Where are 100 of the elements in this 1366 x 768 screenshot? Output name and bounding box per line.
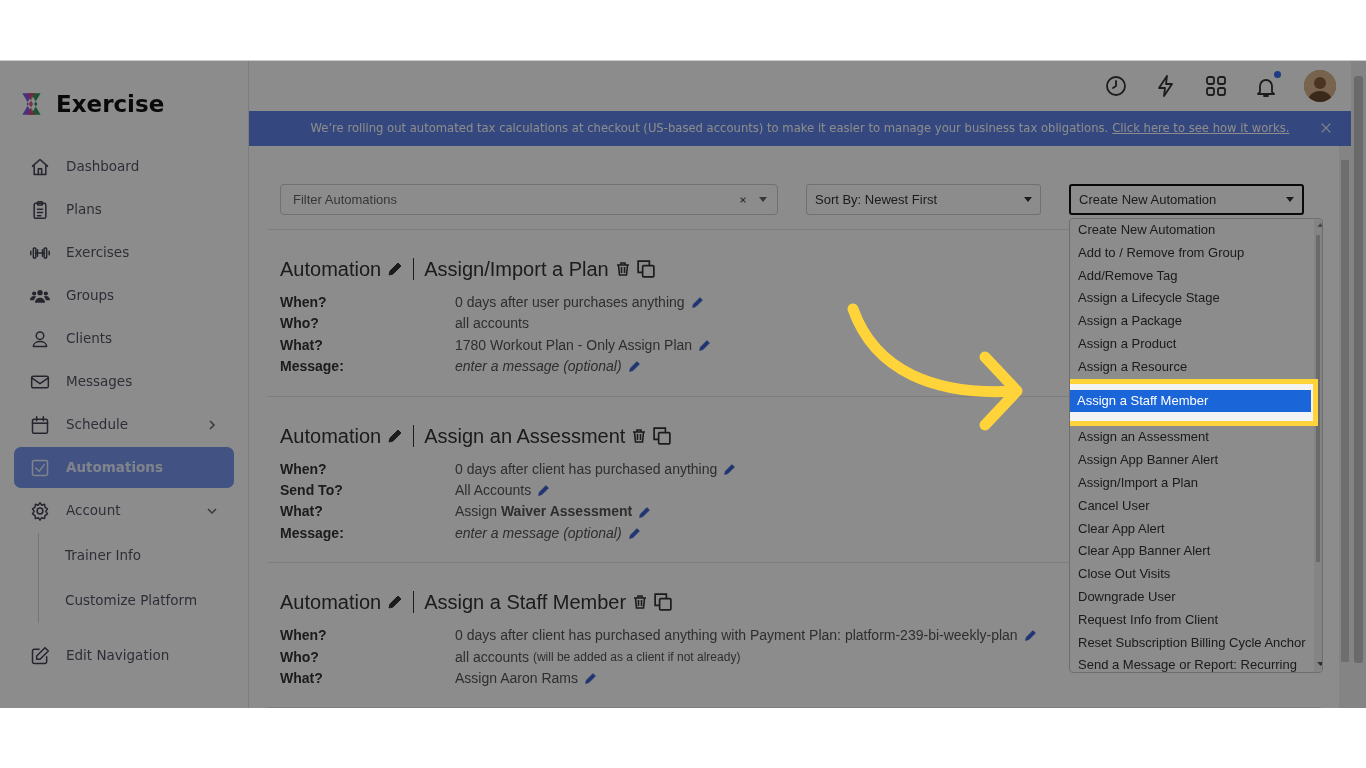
scroll-down-icon[interactable]	[1316, 662, 1322, 666]
dropdown-option[interactable]: Request Info from Client	[1070, 608, 1314, 632]
sidebar-item[interactable]: Account	[14, 490, 234, 531]
automation-title: Assign/Import a Plan	[424, 257, 609, 282]
field-label: When?	[280, 626, 328, 646]
dropdown-option[interactable]: Downgrade User	[1070, 585, 1314, 609]
field-note: (will be added as a client if not already)	[532, 648, 741, 666]
automation-label: Automation	[280, 257, 382, 282]
dropdown-option[interactable]: Assign a Resource	[1070, 355, 1314, 379]
edit-icon[interactable]	[698, 339, 712, 352]
dropdown-option[interactable]: Create New Automation	[1070, 219, 1314, 242]
field-label: Message:	[280, 523, 345, 543]
pencil-icon[interactable]	[387, 427, 404, 444]
caret-icon	[1286, 197, 1294, 202]
dropdown-option[interactable]: Clear App Alert	[1070, 517, 1314, 541]
dropdown-option[interactable]: Assign a Lifecycle Stage	[1070, 287, 1314, 311]
copy-icon[interactable]	[653, 426, 672, 445]
pencil-icon[interactable]	[387, 261, 404, 277]
avatar[interactable]	[1304, 70, 1336, 102]
scrollbar[interactable]	[1339, 146, 1351, 708]
trash-icon[interactable]	[614, 261, 631, 277]
home-icon	[30, 156, 50, 177]
edit-icon[interactable]	[583, 672, 597, 686]
field-value: All Accounts	[455, 481, 532, 501]
caret-icon	[759, 197, 767, 202]
clipboard-icon	[30, 199, 50, 220]
field-value: 1780 Workout Plan - Only Assign Plan	[455, 335, 693, 355]
sidebar-item[interactable]: Schedule	[14, 404, 234, 445]
edit-icon[interactable]	[537, 484, 551, 498]
edit-icon[interactable]	[627, 360, 641, 374]
dropdown-option[interactable]: Assign App Banner Alert	[1070, 449, 1314, 472]
edit-icon[interactable]	[627, 527, 641, 541]
scrollbar[interactable]	[1351, 61, 1366, 708]
field-value: Assign Waiver Assessment	[455, 502, 633, 522]
edit-icon	[30, 645, 50, 666]
field-label: Send To?	[280, 481, 344, 501]
clear-icon[interactable]	[739, 195, 747, 204]
dropdown-option[interactable]: Clear App Banner Alert	[1070, 540, 1314, 564]
banner-text: We’re rolling out automated tax calculations at checkout (US-based accounts) to make it easier to manage your business tax obligations.	[310, 119, 1109, 137]
dropdown-option[interactable]: Assign an Assessment	[1070, 426, 1314, 450]
sidebar-item[interactable]: Clients	[14, 318, 234, 359]
field-value: 0 days after client has purchased anything	[455, 459, 718, 479]
sidebar-subitem[interactable]: Trainer Info	[39, 533, 248, 578]
field-value: 0 days after user purchases anything	[455, 293, 685, 312]
sidebar-item[interactable]: Messages	[14, 361, 234, 402]
clock-icon[interactable]	[1104, 74, 1128, 98]
sidebar-item[interactable]: Plans	[14, 189, 234, 230]
scroll-up-icon[interactable]	[1316, 223, 1322, 227]
app-name: Exercise	[56, 89, 165, 119]
edit-icon[interactable]	[723, 462, 737, 476]
banner-link[interactable]: Click here to see how it works.	[1112, 119, 1290, 138]
edit-icon[interactable]	[690, 296, 704, 310]
settings-icon	[30, 500, 50, 521]
field-label: Who?	[280, 647, 320, 667]
field-value: enter a message (optional)	[455, 523, 622, 543]
dropdown-option[interactable]: Assign a Product	[1070, 333, 1314, 356]
copy-icon[interactable]	[654, 593, 673, 612]
caret-icon	[1024, 197, 1032, 202]
user-icon	[30, 328, 50, 349]
field-label: When?	[280, 459, 328, 479]
grid-icon[interactable]	[1204, 74, 1228, 98]
dropdown-option[interactable]: Close Out Visits	[1070, 563, 1314, 586]
field-label: What?	[280, 335, 324, 355]
dropdown-option[interactable]: Add/Remove Tag	[1070, 264, 1314, 288]
dropdown-option[interactable]: Cancel User	[1070, 494, 1314, 518]
dropdown-option[interactable]: Reset Subscription Billing Cycle Anchor	[1070, 631, 1314, 655]
copy-icon[interactable]	[636, 260, 655, 278]
checkbox-icon	[30, 457, 50, 478]
pencil-icon[interactable]	[387, 594, 404, 611]
dropdown-option[interactable]: Assign/Import a Plan	[1070, 471, 1314, 495]
field-label: Who?	[280, 314, 320, 334]
field-label: When?	[280, 293, 328, 312]
sidebar-item[interactable]: Dashboard	[14, 146, 234, 187]
sidebar-item[interactable]: Edit Navigation	[14, 635, 234, 676]
automation-label: Automation	[280, 423, 382, 449]
sidebar-subitem[interactable]: Customize Platform	[39, 578, 248, 623]
automation-label: Automation	[280, 590, 382, 616]
filter-field[interactable]: Filter Automations	[280, 184, 778, 215]
dropdown-option[interactable]: Send a Message or Report: Recurring	[1070, 654, 1314, 672]
scrollbar[interactable]	[1313, 219, 1322, 672]
sidebar-item[interactable]: Exercises	[14, 232, 234, 273]
sidebar-item[interactable]: Groups	[14, 275, 234, 316]
trash-icon[interactable]	[631, 427, 648, 444]
field-value: enter a message (optional)	[455, 357, 622, 377]
dropdown-option[interactable]: Assign a Staff Member	[1070, 389, 1311, 413]
dropdown-option[interactable]: Add to / Remove from Group	[1070, 241, 1314, 265]
automation-type-select[interactable]: Create New Automation	[1069, 184, 1304, 215]
edit-icon[interactable]	[1023, 629, 1037, 643]
edit-icon[interactable]	[638, 505, 652, 519]
trash-icon[interactable]	[632, 594, 649, 611]
sort-select[interactable]: Sort By: Newest First	[806, 184, 1041, 215]
field-value: 0 days after client has purchased anything with Payment Plan: platform-239-bi-weekly-plan	[455, 626, 1018, 646]
field-label: What?	[280, 502, 324, 522]
calendar-icon	[30, 414, 50, 435]
automation-title: Assign a Staff Member	[424, 590, 627, 616]
dropdown-option[interactable]: Assign a Package	[1070, 310, 1314, 333]
close-icon[interactable]	[1319, 121, 1333, 135]
field-value: all accounts	[455, 314, 529, 334]
field-value: all accounts	[455, 647, 529, 667]
field-label: Message:	[280, 357, 345, 377]
